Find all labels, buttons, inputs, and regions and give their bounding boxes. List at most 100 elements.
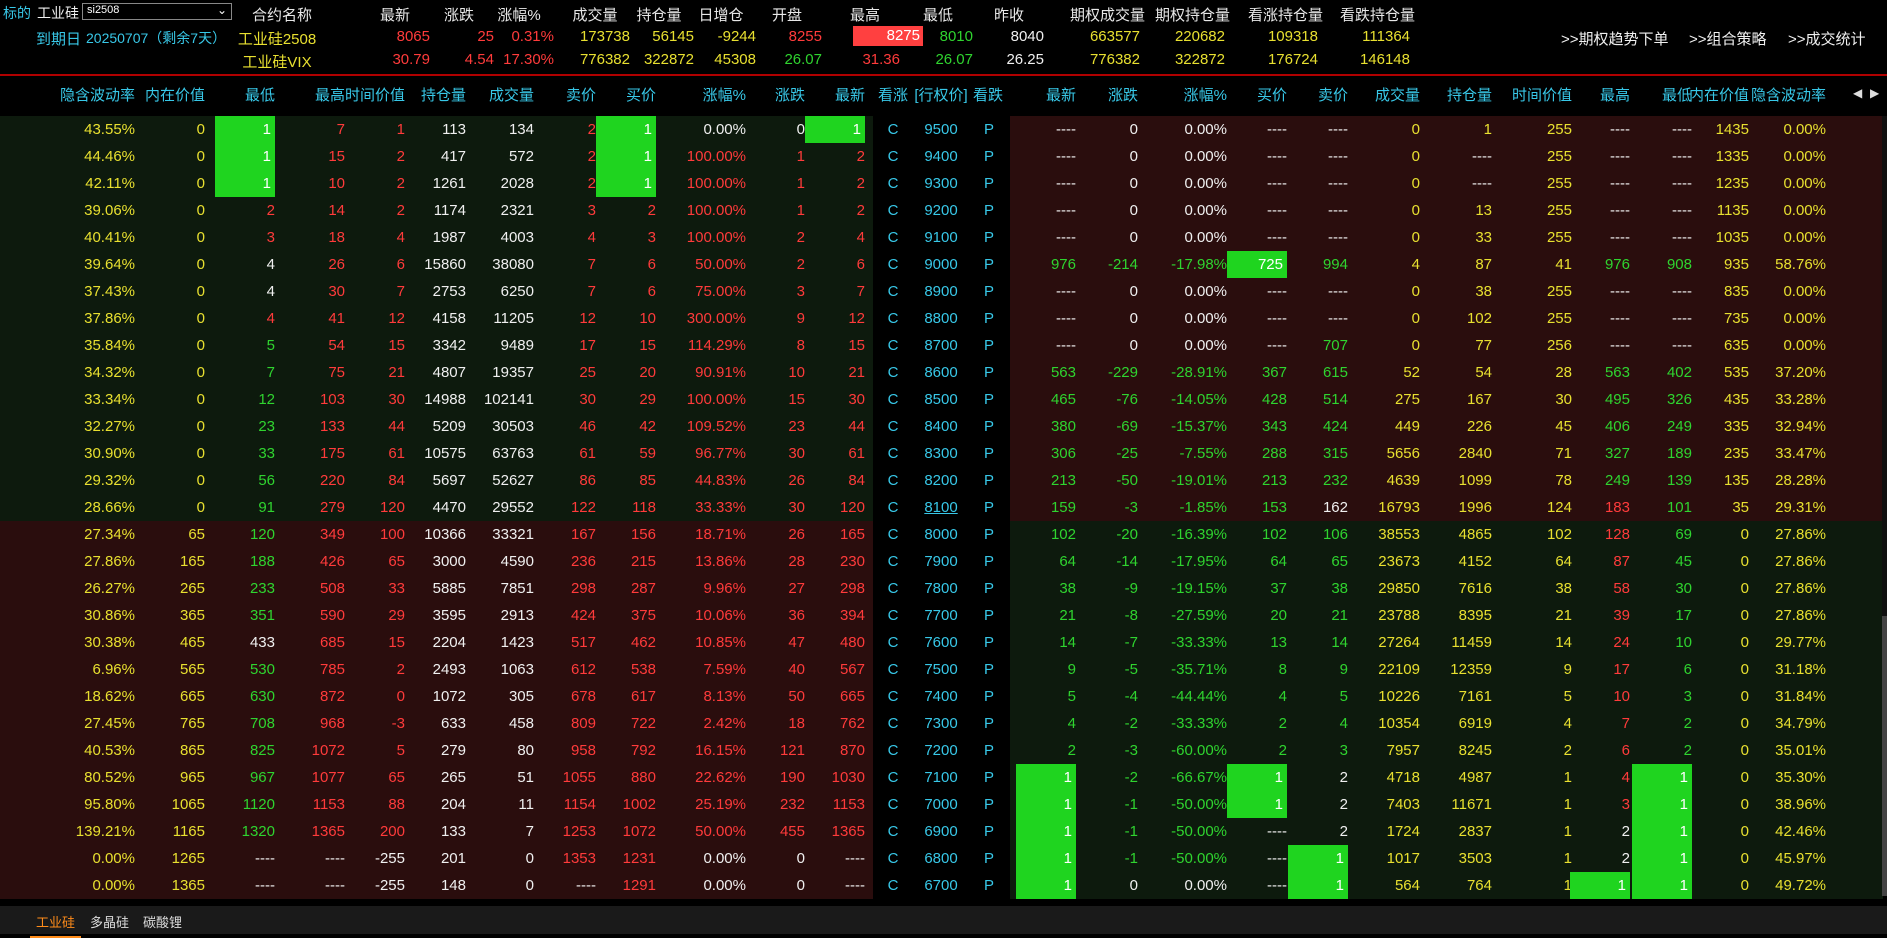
- put-cell[interactable]: 5: [1268, 683, 1348, 710]
- call-letter[interactable]: C: [873, 548, 913, 575]
- put-cell[interactable]: ----: [1268, 170, 1348, 197]
- put-cell[interactable]: 707: [1268, 332, 1348, 359]
- call-cell[interactable]: ----: [785, 845, 865, 872]
- call-letter[interactable]: C: [873, 629, 913, 656]
- table-row[interactable]: 30.86% 365 351 590 29 3595 2913 424 375 10.06% 36 3…: [0, 602, 1887, 629]
- call-letter[interactable]: C: [873, 683, 913, 710]
- call-cell[interactable]: 230: [785, 548, 865, 575]
- call-cell[interactable]: 2: [576, 197, 656, 224]
- table-row[interactable]: 18.62% 665 630 872 0 1072 305 678 617 8.13% 50 665 C…: [0, 683, 1887, 710]
- call-cell[interactable]: 215: [576, 548, 656, 575]
- table-row[interactable]: 0.00% 1265 ---- ---- -255 201 0 1353 1231 0.00% 0-…: [0, 845, 1887, 872]
- call-cell[interactable]: 762: [785, 710, 865, 737]
- table-row[interactable]: 39.06% 0 2 14 2 1174 2321 3 2 100.00% 1 2 C 9200 P ----…: [0, 197, 1887, 224]
- table-row[interactable]: 80.52% 965 967 1077 65 265 51 1055 880 22.62% 190 1…: [0, 764, 1887, 791]
- call-cell[interactable]: 85: [576, 467, 656, 494]
- top-button-1[interactable]: >>组合策略: [1689, 28, 1767, 49]
- call-cell[interactable]: 44: [785, 413, 865, 440]
- call-cell[interactable]: 880: [576, 764, 656, 791]
- put-cell[interactable]: 994: [1268, 251, 1348, 278]
- call-letter[interactable]: C: [873, 764, 913, 791]
- vertical-scrollbar[interactable]: [1882, 116, 1887, 896]
- call-cell[interactable]: 1: [596, 170, 656, 197]
- put-cell[interactable]: 106: [1268, 521, 1348, 548]
- call-cell[interactable]: 2: [516, 143, 596, 170]
- call-letter[interactable]: C: [873, 602, 913, 629]
- call-letter[interactable]: C: [873, 143, 913, 170]
- strike-price[interactable]: 7500: [913, 656, 969, 683]
- strike-price[interactable]: 7300: [913, 710, 969, 737]
- call-letter[interactable]: C: [873, 710, 913, 737]
- call-letter[interactable]: C: [873, 521, 913, 548]
- table-row[interactable]: 37.86% 0 4 41 12 4158 11205 12 10 300.00% 9 12 C 8800…: [0, 305, 1887, 332]
- strike-price[interactable]: 8300: [913, 440, 969, 467]
- put-cell[interactable]: ----: [1268, 224, 1348, 251]
- call-cell[interactable]: 870: [785, 737, 865, 764]
- tab-1[interactable]: 多晶硅: [90, 912, 129, 931]
- call-cell[interactable]: 538: [576, 656, 656, 683]
- call-cell[interactable]: 29: [576, 386, 656, 413]
- table-row[interactable]: 30.90% 0 33 175 61 10575 63763 61 59 96.77% 30 61 C 8…: [0, 440, 1887, 467]
- table-row[interactable]: 29.32% 0 56 220 84 5697 52627 86 85 44.83% 26 84 C 82…: [0, 467, 1887, 494]
- call-cell[interactable]: 84: [785, 467, 865, 494]
- call-cell[interactable]: 156: [576, 521, 656, 548]
- call-cell[interactable]: 6: [576, 278, 656, 305]
- call-cell[interactable]: 462: [576, 629, 656, 656]
- table-row[interactable]: 26.27% 265 233 508 33 5885 7851 298 287 9.96% 27 29…: [0, 575, 1887, 602]
- strike-price[interactable]: 7100: [913, 764, 969, 791]
- call-cell[interactable]: ----: [785, 872, 865, 899]
- put-cell[interactable]: 9: [1268, 656, 1348, 683]
- call-cell[interactable]: 15: [785, 332, 865, 359]
- call-cell[interactable]: 2: [516, 116, 596, 143]
- strike-price[interactable]: 6700: [913, 872, 969, 899]
- put-cell[interactable]: 38: [1268, 575, 1348, 602]
- call-letter[interactable]: C: [873, 656, 913, 683]
- table-row[interactable]: 28.66% 0 91 279 120 4470 29552 122 118 33.33% 30 12…: [0, 494, 1887, 521]
- call-cell[interactable]: 1: [596, 143, 656, 170]
- put-cell[interactable]: ----: [1268, 116, 1348, 143]
- put-letter[interactable]: P: [969, 872, 1009, 899]
- table-row[interactable]: 40.41% 0 3 18 4 1987 4003 4 3 100.00% 2 4 C 9100 P ----…: [0, 224, 1887, 251]
- scroll-right-icon[interactable]: ▶: [1870, 86, 1879, 100]
- symbol-select[interactable]: si2508 ⌄: [82, 3, 232, 20]
- call-letter[interactable]: C: [873, 116, 913, 143]
- put-cell[interactable]: 3: [1268, 737, 1348, 764]
- call-letter[interactable]: C: [873, 467, 913, 494]
- strike-price[interactable]: 7200: [913, 737, 969, 764]
- call-cell[interactable]: 6: [576, 251, 656, 278]
- table-row[interactable]: 27.45% 765 708 968 -3 633 458 809 722 2.42% 18 762 C…: [0, 710, 1887, 737]
- strike-price[interactable]: 8500: [913, 386, 969, 413]
- table-row[interactable]: 44.46% 0 1 15 2 417 572 2 1 100.00% 1 2 C 9400 P ---- 0 0…: [0, 143, 1887, 170]
- call-cell[interactable]: 665: [785, 683, 865, 710]
- call-letter[interactable]: C: [873, 359, 913, 386]
- strike-price[interactable]: 7400: [913, 683, 969, 710]
- put-letter[interactable]: P: [969, 764, 1009, 791]
- strike-price[interactable]: 9500: [913, 116, 969, 143]
- strike-price[interactable]: 8700: [913, 332, 969, 359]
- call-cell[interactable]: 3: [576, 224, 656, 251]
- call-cell[interactable]: 567: [785, 656, 865, 683]
- call-letter[interactable]: C: [873, 494, 913, 521]
- table-row[interactable]: 39.64% 0 4 26 6 15860 38080 7 6 50.00% 2 6 C 9000 P 976…: [0, 251, 1887, 278]
- table-row[interactable]: 32.27% 0 23 133 44 5209 30503 46 42 109.52% 23 44 C 8…: [0, 413, 1887, 440]
- call-cell[interactable]: 375: [576, 602, 656, 629]
- table-row[interactable]: 35.84% 0 5 54 15 3342 9489 17 15 114.29% 8 15 C 8700 P…: [0, 332, 1887, 359]
- call-letter[interactable]: C: [873, 440, 913, 467]
- call-cell[interactable]: 1002: [576, 791, 656, 818]
- call-cell[interactable]: 21: [785, 359, 865, 386]
- call-letter[interactable]: C: [873, 224, 913, 251]
- table-row[interactable]: 42.11% 0 1 10 2 1261 2028 2 1 100.00% 1 2 C 9300 P ----…: [0, 170, 1887, 197]
- put-cell[interactable]: 315: [1268, 440, 1348, 467]
- strike-price[interactable]: 9400: [913, 143, 969, 170]
- put-cell[interactable]: 14: [1268, 629, 1348, 656]
- put-cell[interactable]: ----: [1207, 872, 1287, 899]
- put-cell[interactable]: 2: [1268, 764, 1348, 791]
- table-row[interactable]: 34.32% 0 7 75 21 4807 19357 25 20 90.91% 10 21 C 8600…: [0, 359, 1887, 386]
- table-row[interactable]: 37.43% 0 4 30 7 2753 6250 7 6 75.00% 3 7 C 8900 P ---- 0…: [0, 278, 1887, 305]
- chevron-down-icon[interactable]: ⌄: [217, 3, 227, 17]
- call-cell[interactable]: 298: [785, 575, 865, 602]
- call-letter[interactable]: C: [873, 332, 913, 359]
- strike-price[interactable]: 6800: [913, 845, 969, 872]
- strike-price[interactable]: 8900: [913, 278, 969, 305]
- call-cell[interactable]: 792: [576, 737, 656, 764]
